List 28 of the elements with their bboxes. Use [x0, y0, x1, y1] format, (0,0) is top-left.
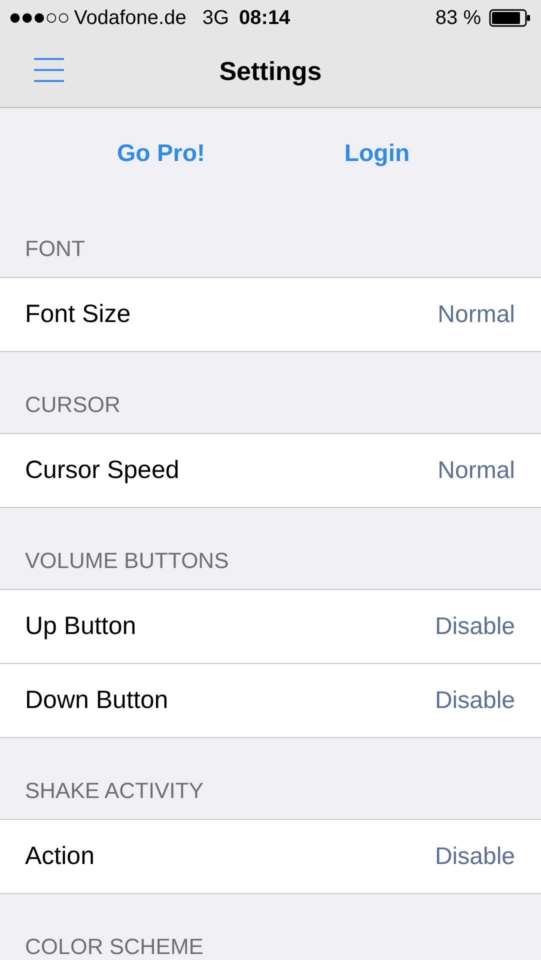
- settings-row[interactable]: Action Disable: [0, 820, 541, 893]
- settings-row[interactable]: Font Size Normal: [0, 278, 541, 351]
- section-header: COLOR SCHEME: [25, 933, 204, 960]
- row-label: Down Button: [25, 684, 168, 716]
- network-type: 3G: [202, 6, 230, 31]
- row-label: Cursor Speed: [25, 454, 180, 486]
- section-header: CURSOR: [25, 391, 120, 419]
- row-value: Disable: [434, 842, 515, 872]
- row-value: Disable: [434, 612, 515, 642]
- row-label: Font Size: [25, 298, 131, 330]
- section-header: FONT: [25, 235, 85, 263]
- menu-icon[interactable]: [34, 56, 64, 84]
- row-label: Action: [25, 840, 94, 872]
- settings-row[interactable]: Up Button Disable: [0, 590, 541, 663]
- settings-row[interactable]: Cursor Speed Normal: [0, 434, 541, 507]
- section-header: VOLUME BUTTONS: [25, 547, 229, 575]
- settings-row[interactable]: Down Button Disable: [0, 663, 541, 737]
- battery-percent: 83 %: [435, 6, 481, 31]
- screen-title: Settings: [219, 55, 322, 88]
- carrier-name: Vodafone.de: [74, 6, 186, 31]
- clock: 08:14: [239, 6, 290, 31]
- signal-icon: [10, 11, 70, 25]
- section-header: SHAKE ACTIVITY: [25, 777, 204, 805]
- row-value: Disable: [434, 686, 515, 716]
- row-value: Normal: [438, 300, 515, 330]
- battery-icon: [489, 9, 531, 27]
- row-value: Normal: [438, 456, 515, 486]
- row-label: Up Button: [25, 610, 136, 642]
